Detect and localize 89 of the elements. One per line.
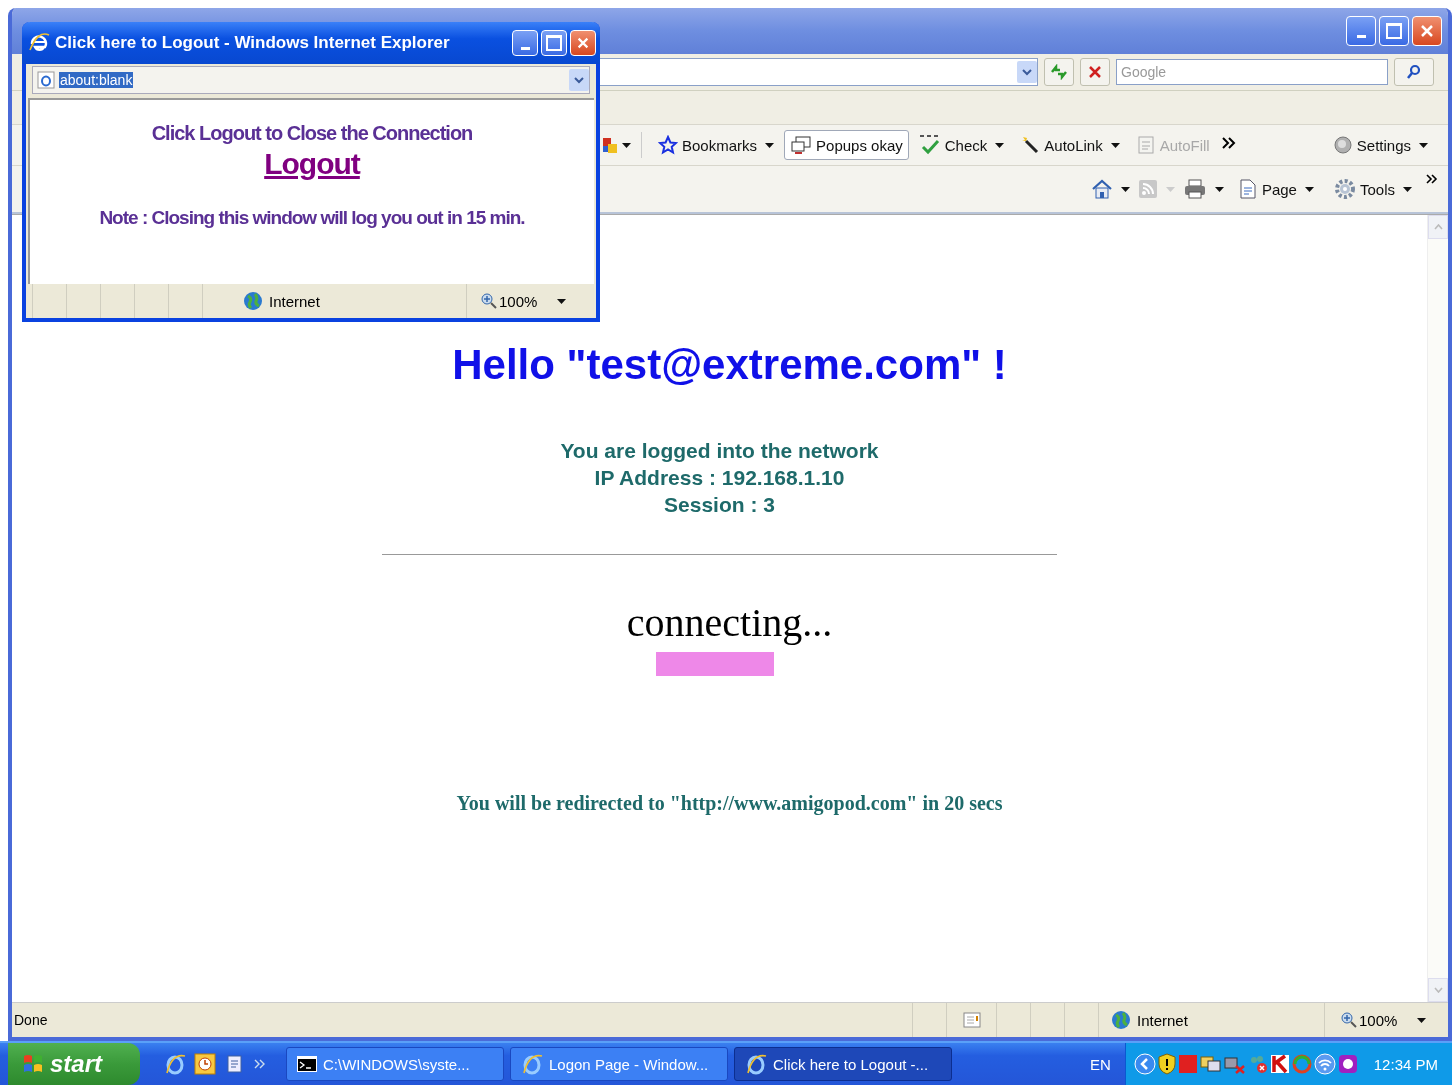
maximize-button[interactable] (1379, 16, 1409, 46)
start-button[interactable]: start (8, 1043, 140, 1085)
home-icon[interactable] (1090, 178, 1113, 200)
close-button[interactable] (1412, 16, 1442, 46)
chevron-down-icon (1022, 68, 1032, 76)
taskbar-button[interactable]: Click here to Logout -... (734, 1047, 952, 1081)
session-info-line: Session : 3 (664, 492, 775, 518)
connecting-label: connecting... (626, 599, 833, 646)
zone-label: Internet (269, 292, 320, 310)
greeting-heading: Hello "test@extreme.com" ! (452, 341, 1007, 389)
close-icon (1419, 23, 1435, 39)
address-field[interactable]: about:blank (32, 66, 590, 94)
dropdown-button[interactable] (569, 69, 589, 91)
caret-icon[interactable] (622, 142, 631, 148)
clock-icon[interactable] (194, 1053, 216, 1075)
toolbar-button[interactable]: AutoLink (1014, 130, 1126, 160)
logout-note: Note : Closing this window will log you out in 15 min. (99, 207, 525, 229)
caret-icon[interactable] (1214, 186, 1224, 192)
caret-icon (1304, 186, 1314, 192)
search-icon (1406, 64, 1422, 80)
gear-icon (1333, 178, 1356, 200)
shield-icon[interactable] (1157, 1053, 1176, 1075)
logout-prompt: Click Logout to Close the Connection (151, 122, 473, 145)
close-icon (1088, 65, 1102, 79)
app-icon[interactable] (1337, 1054, 1358, 1074)
cubes-icon[interactable] (602, 136, 618, 154)
refresh-icon (1050, 64, 1068, 80)
monitors-icon[interactable] (1199, 1054, 1222, 1074)
close-button[interactable] (570, 30, 596, 56)
chevron-down-icon (574, 76, 584, 84)
wand-icon (1020, 135, 1041, 155)
chevron-icon[interactable] (1426, 174, 1438, 184)
zoom-icon (1341, 1012, 1357, 1028)
window-title: Click here to Logout - Windows Internet Explorer (55, 33, 451, 53)
minimize-button[interactable] (1346, 16, 1376, 46)
circle-icon (1332, 135, 1353, 155)
session-info-line: You are logged into the network (560, 438, 879, 464)
report-icon (961, 1011, 982, 1029)
windows-logo-icon (22, 1053, 44, 1075)
browser-icon (521, 1053, 543, 1075)
minimize-button[interactable] (512, 30, 538, 56)
toolbar-button[interactable]: Bookmarks (652, 130, 781, 160)
chevron-up-icon (1433, 224, 1443, 230)
zoom-button[interactable]: 100% (1341, 1011, 1398, 1029)
toolbar-button[interactable]: Check (912, 130, 1011, 160)
refresh-button[interactable] (1044, 58, 1074, 86)
browser-icon (28, 32, 50, 54)
console-icon (297, 1056, 317, 1072)
search-button[interactable] (1394, 58, 1434, 86)
wireless-icon[interactable] (1313, 1053, 1336, 1075)
stop-button[interactable] (1080, 58, 1110, 86)
command-button[interactable]: Tools (1327, 173, 1418, 205)
toolbar-button[interactable]: Popups okay (784, 130, 909, 160)
taskbar-button[interactable]: C:\WINDOWS\syste... (286, 1047, 504, 1081)
caret-icon (1419, 142, 1428, 148)
star-icon (658, 135, 678, 155)
caret-icon[interactable] (557, 298, 567, 304)
command-button[interactable]: Page (1231, 173, 1320, 205)
antivirus-icon[interactable] (1269, 1054, 1290, 1074)
zoom-icon (481, 293, 497, 309)
settings-button[interactable]: Settings (1326, 130, 1434, 160)
chevron-down-icon (1433, 987, 1443, 993)
globe-icon (243, 291, 263, 311)
logout-link[interactable]: Logout (264, 147, 360, 181)
status-text: Done (13, 1012, 49, 1028)
page-icon (37, 71, 55, 89)
form-icon (1135, 135, 1156, 155)
page-icon (1237, 178, 1258, 200)
maximize-button[interactable] (541, 30, 567, 56)
browser-icon[interactable] (164, 1053, 186, 1075)
language-indicator[interactable]: EN (1089, 1055, 1111, 1073)
caret-icon[interactable] (1417, 1017, 1427, 1023)
chevron-icon[interactable] (1221, 137, 1236, 149)
taskbar-button[interactable]: Logon Page - Window... (510, 1047, 728, 1081)
zoom-button[interactable]: 100% (481, 292, 538, 310)
clock: 12:34 PM (1373, 1055, 1438, 1073)
redirect-message: You will be redirected to "http://www.amigopod.com" in 20 secs (456, 792, 1003, 815)
globe-icon (1111, 1010, 1131, 1030)
printer-icon[interactable] (1182, 178, 1207, 200)
close-icon (576, 36, 590, 50)
caret-icon[interactable] (1120, 186, 1130, 192)
checkmark-icon (918, 135, 941, 155)
dropdown-button[interactable] (1017, 61, 1037, 83)
search-field[interactable]: Google (1116, 59, 1388, 85)
zone-label: Internet (1137, 1011, 1188, 1029)
session-info-line: IP Address : 192.168.1.10 (594, 465, 845, 491)
windows-icon (790, 135, 813, 155)
caret-icon (1403, 186, 1412, 192)
browser-icon (745, 1053, 767, 1075)
